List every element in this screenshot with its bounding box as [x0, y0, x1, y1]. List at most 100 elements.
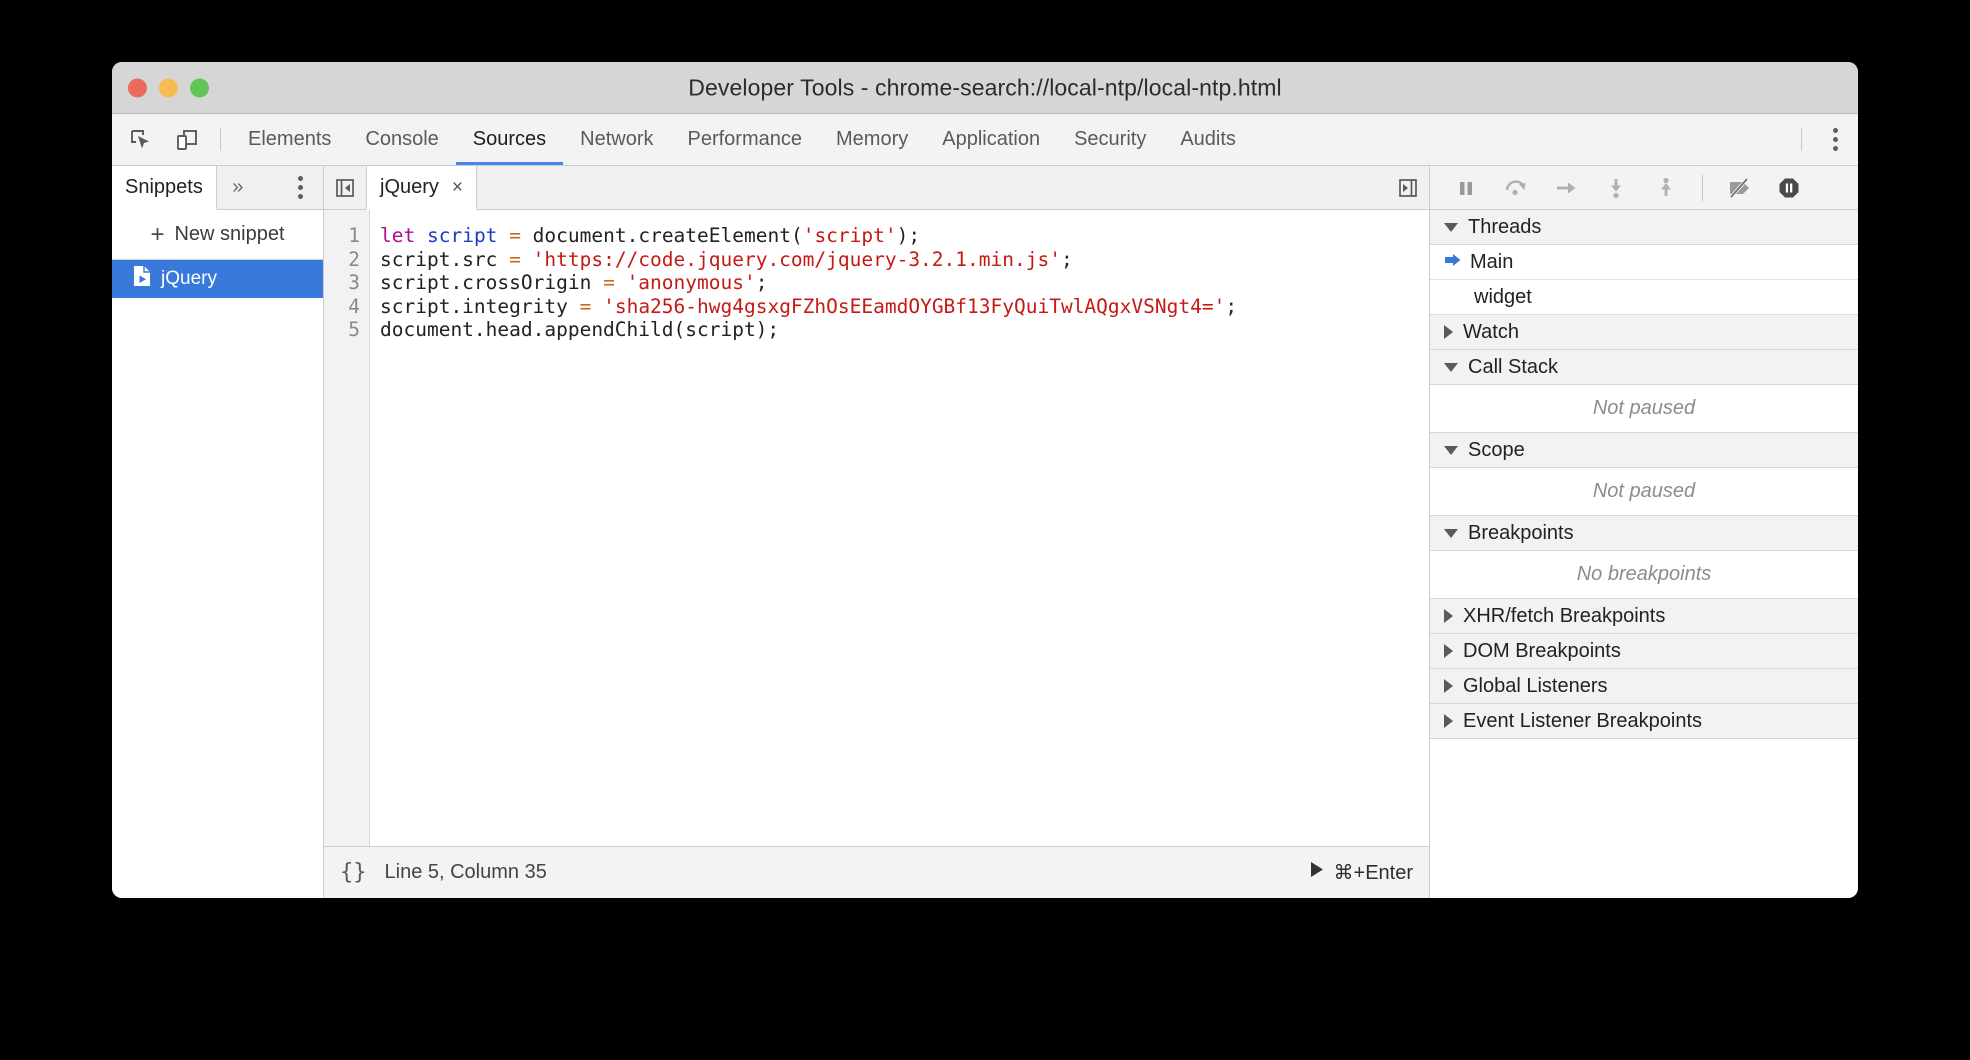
code-token: =: [509, 248, 521, 271]
section-header-global-listeners[interactable]: Global Listeners: [1430, 669, 1858, 704]
section-title: Call Stack: [1468, 356, 1558, 379]
debugger-sidebar: Threads Main widget W: [1430, 166, 1858, 898]
code-line[interactable]: script.crossOrigin = 'anonymous';: [380, 271, 1429, 295]
section-header-breakpoints[interactable]: Breakpoints: [1430, 516, 1858, 551]
list-item[interactable]: jQuery: [112, 260, 323, 298]
step-over-icon[interactable]: [1494, 171, 1538, 205]
thread-label: widget: [1474, 286, 1532, 309]
code-token: [521, 248, 533, 271]
tab-performance[interactable]: Performance: [671, 114, 820, 165]
code-line[interactable]: script.src = 'https://code.jquery.com/jq…: [380, 248, 1429, 272]
tab-audits[interactable]: Audits: [1163, 114, 1253, 165]
code-token: );: [897, 224, 920, 247]
section-header-scope[interactable]: Scope: [1430, 433, 1858, 468]
navigator-tab-snippets[interactable]: Snippets: [112, 166, 217, 210]
editor-pane: jQuery × 12345 let script = document.cre…: [324, 166, 1430, 898]
code-content[interactable]: let script = document.createElement('scr…: [370, 210, 1429, 846]
line-number: 1: [324, 224, 369, 248]
line-number: 2: [324, 248, 369, 272]
line-number-gutter: 12345: [324, 210, 370, 846]
devtools-tabbar: Elements Console Sources Network Perform…: [112, 114, 1858, 166]
code-line[interactable]: script.integrity = 'sha256-hwg4gsxgFZhOs…: [380, 295, 1429, 319]
new-snippet-button[interactable]: + New snippet: [112, 210, 323, 260]
run-snippet-button[interactable]: ⌘+Enter: [1309, 860, 1413, 885]
code-token: script.integrity: [380, 295, 580, 318]
active-thread-arrow-icon: [1444, 251, 1462, 274]
section-title: Threads: [1468, 216, 1541, 239]
chevron-down-icon: [1444, 363, 1458, 372]
code-token: [497, 224, 509, 247]
section-header-threads[interactable]: Threads: [1430, 210, 1858, 245]
code-token: script.crossOrigin: [380, 271, 603, 294]
chevron-right-icon: [1444, 644, 1453, 658]
tab-network[interactable]: Network: [563, 114, 670, 165]
step-icon[interactable]: [1544, 171, 1588, 205]
code-token: [415, 224, 427, 247]
step-into-icon[interactable]: [1594, 171, 1638, 205]
line-number: 4: [324, 295, 369, 319]
chevron-down-icon: [1444, 223, 1458, 232]
code-editor[interactable]: 12345 let script = document.createElemen…: [324, 210, 1429, 846]
thread-row-widget[interactable]: widget: [1430, 280, 1858, 315]
code-token: [615, 271, 627, 294]
navigator-kebab-menu-icon[interactable]: [277, 166, 323, 209]
code-token: =: [580, 295, 592, 318]
thread-label: Main: [1470, 251, 1513, 274]
line-number: 5: [324, 318, 369, 342]
pause-script-execution-icon[interactable]: [1444, 171, 1488, 205]
section-header-xhr-fetch-breakpoints[interactable]: XHR/fetch Breakpoints: [1430, 599, 1858, 634]
kebab-menu-icon[interactable]: [1812, 114, 1858, 165]
toolbar-divider-right: [1801, 128, 1802, 151]
code-token: 'sha256-hwg4gsxgFZhOsEEamdOYGBf13FyQuiTw…: [603, 295, 1225, 318]
section-header-call-stack[interactable]: Call Stack: [1430, 350, 1858, 385]
code-token: 'anonymous': [627, 271, 756, 294]
breakpoints-empty-message: No breakpoints: [1430, 551, 1858, 599]
close-icon[interactable]: ×: [452, 177, 463, 199]
section-title: Watch: [1463, 321, 1519, 344]
code-token: [591, 295, 603, 318]
section-title: Scope: [1468, 439, 1525, 462]
snippet-file-icon: [132, 265, 152, 293]
tab-application[interactable]: Application: [925, 114, 1057, 165]
chevron-right-icon: [1444, 609, 1453, 623]
cursor-position-label: Line 5, Column 35: [385, 861, 547, 884]
chevron-right-icon: [1444, 325, 1453, 339]
tab-security[interactable]: Security: [1057, 114, 1163, 165]
deactivate-breakpoints-icon[interactable]: [1717, 171, 1761, 205]
step-out-icon[interactable]: [1644, 171, 1688, 205]
line-number: 3: [324, 271, 369, 295]
pause-on-exceptions-icon[interactable]: [1767, 171, 1811, 205]
format-code-button[interactable]: {}: [340, 860, 367, 885]
code-line[interactable]: document.head.appendChild(script);: [380, 318, 1429, 342]
show-navigator-icon[interactable]: [324, 166, 366, 209]
code-token: 'https://code.jquery.com/jquery-3.2.1.mi…: [533, 248, 1061, 271]
scope-empty-message: Not paused: [1430, 468, 1858, 516]
editor-status-bar: {} Line 5, Column 35 ⌘+Enter: [324, 846, 1429, 898]
navigator-tabbar: Snippets »: [112, 166, 323, 210]
window-title: Developer Tools - chrome-search://local-…: [112, 74, 1858, 101]
code-token: document.createElement(: [521, 224, 803, 247]
tab-elements[interactable]: Elements: [231, 114, 348, 165]
tab-sources[interactable]: Sources: [456, 114, 563, 165]
tab-console[interactable]: Console: [348, 114, 455, 165]
code-token: 'script': [803, 224, 897, 247]
section-header-watch[interactable]: Watch: [1430, 315, 1858, 350]
call-stack-empty-message: Not paused: [1430, 385, 1858, 433]
editor-tab-label: jQuery: [380, 176, 439, 199]
tab-memory[interactable]: Memory: [819, 114, 925, 165]
show-debugger-icon[interactable]: [1387, 166, 1429, 209]
code-token: ;: [1061, 248, 1073, 271]
section-header-dom-breakpoints[interactable]: DOM Breakpoints: [1430, 634, 1858, 669]
thread-row-main[interactable]: Main: [1430, 245, 1858, 280]
chevron-right-icon: [1444, 679, 1453, 693]
section-title: Global Listeners: [1463, 675, 1608, 698]
devtools-main-tabs: Elements Console Sources Network Perform…: [231, 114, 1253, 165]
code-token: script: [427, 224, 497, 247]
section-title: XHR/fetch Breakpoints: [1463, 605, 1665, 628]
chevron-double-right-icon[interactable]: »: [217, 166, 259, 209]
code-line[interactable]: let script = document.createElement('scr…: [380, 224, 1429, 248]
device-toolbar-icon[interactable]: [164, 114, 210, 165]
inspect-element-icon[interactable]: [118, 114, 164, 165]
section-header-event-listener-breakpoints[interactable]: Event Listener Breakpoints: [1430, 704, 1858, 739]
editor-tab-jquery[interactable]: jQuery ×: [366, 166, 477, 210]
